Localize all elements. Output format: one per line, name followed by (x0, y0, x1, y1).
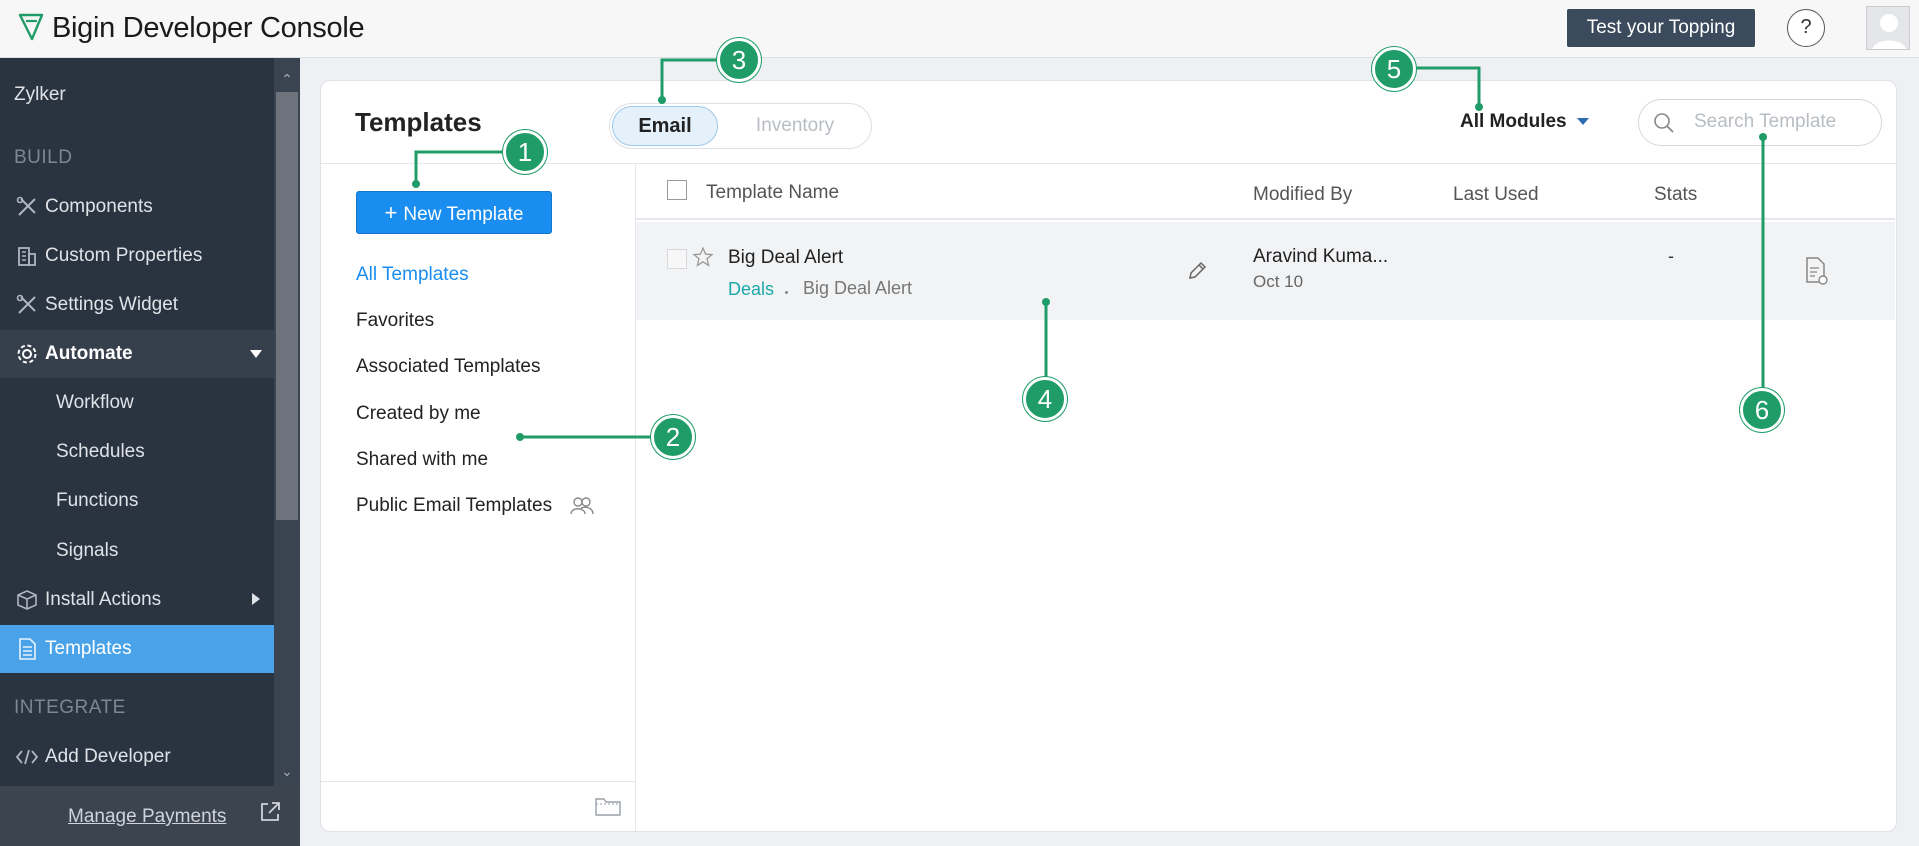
sidebar-item-add-developer[interactable]: Add Developer (0, 733, 274, 781)
filter-favorites[interactable]: Favorites (356, 310, 434, 332)
gear-icon (14, 341, 40, 367)
new-template-button[interactable]: + New Template (356, 191, 552, 234)
table-header-divider (636, 218, 1895, 220)
search-icon (1654, 113, 1674, 133)
select-all-checkbox[interactable] (667, 180, 687, 200)
top-bar: Bigin Developer Console Test your Toppin… (0, 0, 1919, 58)
template-module-link[interactable]: Deals (728, 279, 774, 300)
modified-date: Oct 10 (1253, 272, 1304, 291)
sidebar-item-install-actions[interactable]: Install Actions (0, 576, 274, 624)
column-header-modified-by[interactable]: Modified By (1253, 184, 1352, 206)
pencil-icon[interactable] (1186, 260, 1208, 282)
search-input[interactable]: Search Template (1638, 99, 1882, 146)
sidebar-item-automate[interactable]: Automate (0, 330, 274, 378)
modified-by-name: Aravind Kuma... (1253, 246, 1389, 267)
bigin-logo-icon (18, 13, 44, 41)
sidebar-item-label: Install Actions (45, 589, 162, 610)
header-divider (321, 163, 1896, 164)
sidebar-item-custom-properties[interactable]: Custom Properties (0, 232, 274, 280)
avatar[interactable] (1866, 6, 1910, 50)
column-header-template-name[interactable]: Template Name (706, 182, 839, 204)
section-integrate: INTEGRATE (14, 697, 126, 718)
scroll-down-icon[interactable]: ⌄ (280, 764, 294, 778)
scroll-up-icon[interactable]: ⌃ (280, 72, 294, 86)
callout-5: 5 (1372, 47, 1416, 91)
row-checkbox[interactable] (667, 249, 687, 269)
modules-dropdown[interactable]: All Modules (1460, 111, 1589, 133)
filter-created-by-me[interactable]: Created by me (356, 403, 481, 425)
sidebar-item-label: Templates (45, 638, 132, 659)
chevron-down-icon (250, 350, 262, 358)
callout-2: 2 (651, 415, 695, 459)
sidebar-item-label: Components (45, 196, 153, 217)
callout-4: 4 (1023, 377, 1067, 421)
document-icon (14, 636, 40, 662)
sidebar-item-label: Automate (45, 343, 133, 364)
search-placeholder: Search Template (1694, 111, 1837, 132)
sidebar-item-label: Settings Widget (45, 294, 179, 315)
sidebar-item-templates[interactable]: Templates (0, 625, 274, 673)
tab-inventory[interactable]: Inventory (730, 106, 860, 146)
section-build: BUILD (14, 147, 73, 168)
new-template-label: New Template (403, 204, 524, 225)
folder-icon[interactable] (594, 795, 622, 817)
filter-footer-divider (321, 781, 635, 782)
filter-all-templates[interactable]: All Templates (356, 264, 469, 286)
filter-associated-templates[interactable]: Associated Templates (356, 356, 540, 378)
external-link-icon[interactable] (258, 800, 282, 824)
page-title: Templates (355, 107, 482, 137)
callout-1: 1 (503, 130, 547, 174)
sidebar-item-label: Add Developer (45, 746, 171, 767)
sidebar-item-settings-widget[interactable]: Settings Widget (0, 281, 274, 329)
filter-shared-with-me[interactable]: Shared with me (356, 449, 488, 471)
tab-email[interactable]: Email (612, 106, 718, 146)
sidebar (0, 58, 300, 846)
chevron-right-icon (252, 593, 260, 605)
template-subject: Big Deal Alert (803, 278, 913, 298)
user-avatar-icon (1872, 14, 1906, 49)
callout-3: 3 (717, 38, 761, 82)
column-header-last-used[interactable]: Last Used (1453, 184, 1539, 206)
org-name[interactable]: Zylker (14, 84, 66, 106)
sidebar-scroll-thumb[interactable] (276, 92, 298, 520)
sidebar-item-signals[interactable]: Signals (56, 540, 118, 562)
sidebar-item-schedules[interactable]: Schedules (56, 441, 145, 463)
tools-icon (14, 292, 40, 318)
people-icon (570, 497, 594, 515)
filter-public-email-templates[interactable]: Public Email Templates (356, 495, 552, 517)
callout-6: 6 (1740, 388, 1784, 432)
tools-icon (14, 194, 40, 220)
document-settings-icon[interactable] (1804, 256, 1830, 286)
template-name[interactable]: Big Deal Alert (728, 247, 843, 269)
box-icon (14, 587, 40, 613)
sidebar-item-components[interactable]: Components (0, 183, 274, 231)
star-icon[interactable] (692, 246, 714, 268)
sidebar-item-functions[interactable]: Functions (56, 490, 138, 512)
code-icon (14, 744, 40, 770)
test-your-topping-button[interactable]: Test your Topping (1567, 9, 1755, 47)
plus-icon: + (384, 200, 398, 225)
template-stats: - (1668, 246, 1674, 266)
separator-dot (785, 291, 788, 294)
sidebar-item-label: Custom Properties (45, 245, 203, 266)
manage-payments-link[interactable]: Manage Payments (68, 806, 226, 828)
column-header-stats[interactable]: Stats (1654, 184, 1697, 206)
modules-dropdown-label: All Modules (1460, 111, 1567, 132)
app-title: Bigin Developer Console (52, 12, 365, 44)
building-icon (14, 243, 40, 269)
sidebar-item-workflow[interactable]: Workflow (56, 392, 134, 414)
table-row[interactable] (636, 222, 1895, 320)
caret-down-icon (1576, 118, 1589, 126)
help-button[interactable]: ? (1787, 9, 1825, 47)
